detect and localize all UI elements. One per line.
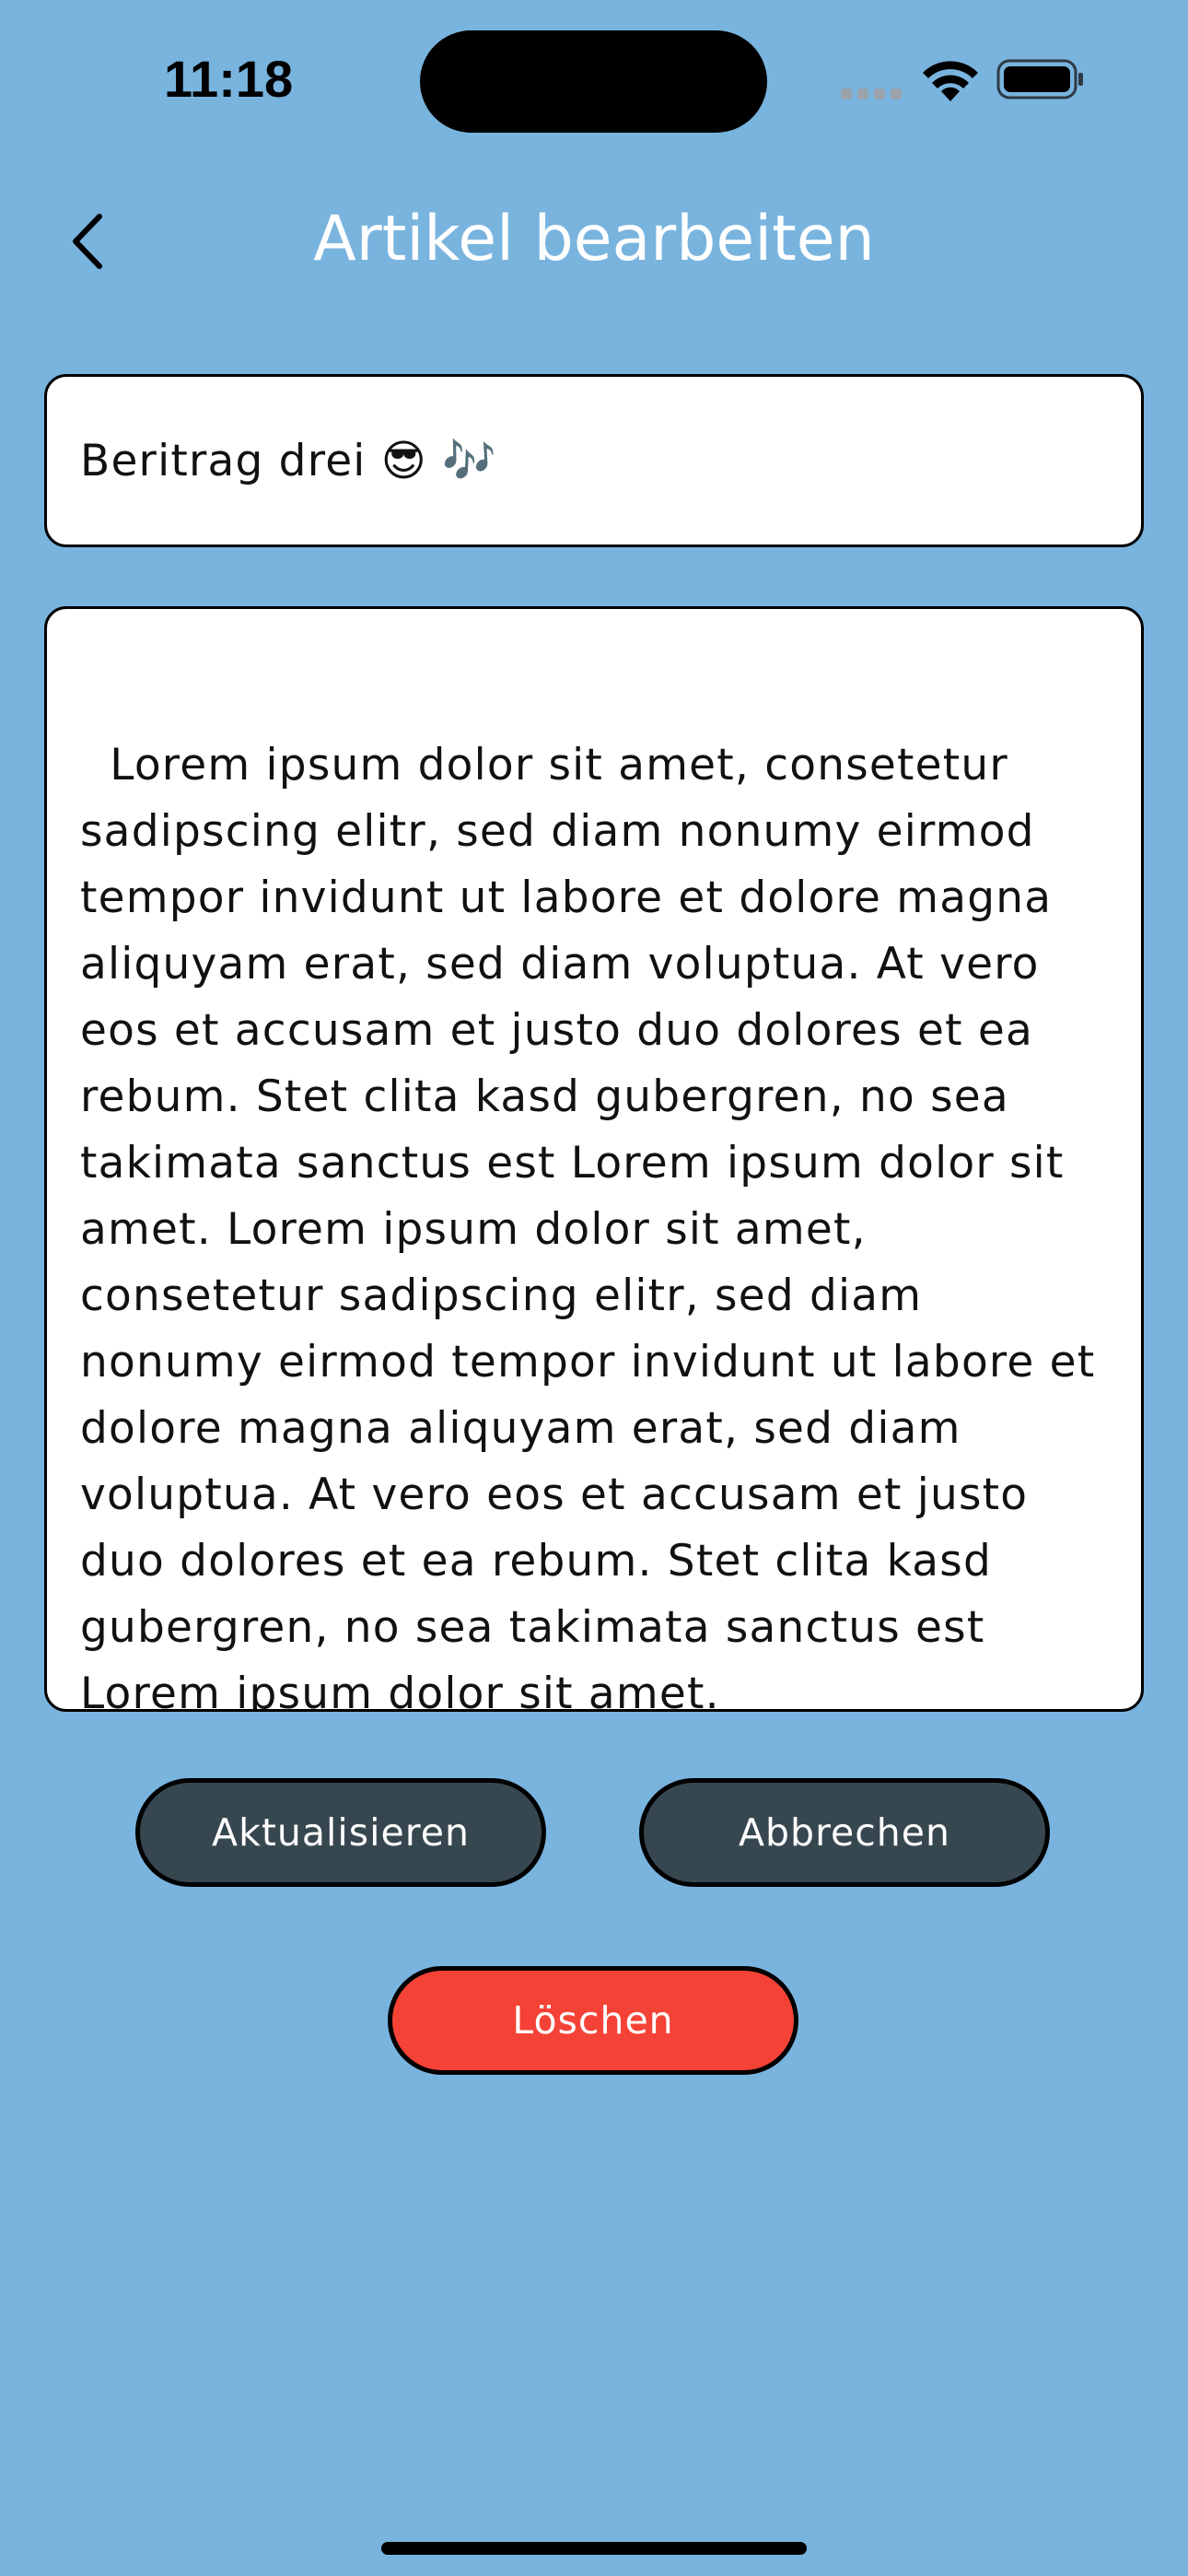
cancel-button-label: Abbrechen [738, 1810, 950, 1855]
article-title-value: Beritrag drei 😎 🎶 [80, 435, 497, 486]
home-indicator[interactable] [381, 2542, 807, 2555]
status-bar-time: 11:18 [164, 50, 294, 108]
delete-button-label: Löschen [512, 1998, 674, 2043]
dynamic-island [420, 30, 767, 133]
delete-button[interactable]: Löschen [388, 1966, 798, 2075]
article-body-field[interactable]: Lorem ipsum dolor sit amet, consetetur s… [44, 606, 1144, 1712]
wifi-icon [923, 61, 978, 101]
cellular-signal-icon [841, 88, 902, 100]
article-body-value: Lorem ipsum dolor sit amet, consetetur s… [80, 740, 1111, 1712]
article-title-field[interactable]: Beritrag drei 😎 🎶 [44, 374, 1144, 547]
update-button[interactable]: Aktualisieren [135, 1778, 546, 1887]
back-button[interactable] [46, 195, 129, 287]
update-button-label: Aktualisieren [212, 1810, 470, 1855]
battery-icon [996, 59, 1083, 100]
chevron-left-icon [73, 214, 102, 269]
page-title: Artikel bearbeiten [313, 203, 875, 275]
cancel-button[interactable]: Abbrechen [639, 1778, 1050, 1887]
